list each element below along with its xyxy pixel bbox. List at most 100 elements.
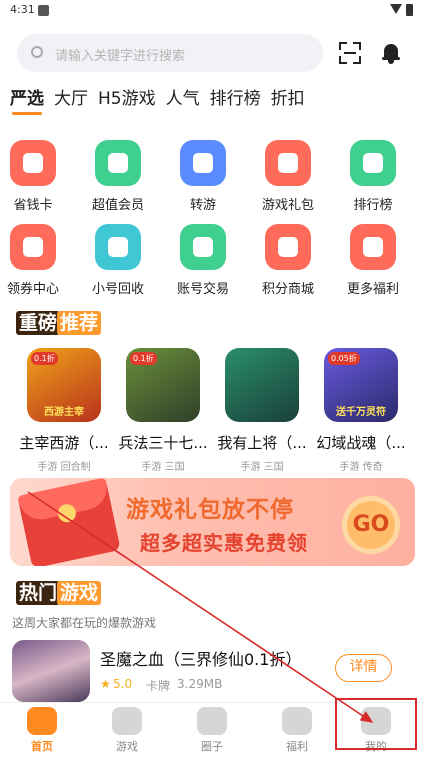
tab-ranking[interactable]: 排行榜 xyxy=(210,84,261,109)
game-tag: 手游 三国 xyxy=(240,462,284,473)
red-envelope-icon xyxy=(17,478,121,566)
star-icon: ★ xyxy=(100,677,111,691)
grid-item-5[interactable]: 领券中心 xyxy=(0,224,75,297)
nav-item-4[interactable]: 我的 xyxy=(346,707,406,754)
tab-yanxuan[interactable]: 严选 xyxy=(10,84,44,115)
grid-item-label: 排行榜 xyxy=(353,198,393,213)
banner-go-button[interactable]: GO xyxy=(342,496,400,554)
nav-item-2[interactable]: 圈子 xyxy=(182,707,242,754)
hot-title-a: 热门 xyxy=(16,581,61,605)
recommend-game-card[interactable]: 0.1折 西游主宰 主宰西游（... 手游 回合制 xyxy=(14,348,114,473)
nav-label: 我的 xyxy=(365,740,387,753)
grid-item-label: 领券中心 xyxy=(6,282,59,297)
grid-item-label: 省钱卡 xyxy=(13,198,53,213)
hot-games-subtitle: 这周大家都在玩的爆款游戏 xyxy=(12,616,157,630)
search-placeholder: 请输入关键字进行搜索 xyxy=(55,49,186,64)
hot-game-kind: 卡牌 xyxy=(146,679,171,693)
grid-item-label: 更多福利 xyxy=(346,282,399,297)
game-tag: 手游 传奇 xyxy=(339,462,383,473)
recommend-title-a: 重磅 xyxy=(16,311,61,335)
banner-line1: 游戏礼包放不停 xyxy=(126,497,294,523)
discount-badge: 0.1折 xyxy=(130,352,157,365)
wallet-card-icon xyxy=(10,140,56,186)
category-tabs: 严选 大厅 H5游戏 人气 排行榜 折扣 xyxy=(10,84,305,115)
hot-game-rating: 5.0 xyxy=(113,677,133,691)
bottom-nav: 首页 游戏 圈子 福利 我的 xyxy=(0,702,426,759)
grid-item-6[interactable]: 小号回收 xyxy=(76,224,160,297)
grid-item-0[interactable]: 省钱卡 xyxy=(0,140,75,213)
game-name: 幻域战魂（... xyxy=(316,434,406,452)
scan-icon[interactable] xyxy=(339,42,361,64)
nav-label: 游戏 xyxy=(116,740,138,753)
notification-icon xyxy=(38,5,49,16)
more-benefits-icon xyxy=(350,224,396,270)
grid-item-label: 积分商城 xyxy=(261,282,314,297)
nav-item-3[interactable]: 福利 xyxy=(267,707,327,754)
tab-discount[interactable]: 折扣 xyxy=(271,84,305,109)
hot-games-section-title: 热门 游戏 xyxy=(12,578,105,608)
wifi-icon xyxy=(390,4,402,14)
banner-line2: 超多超实惠免费领 xyxy=(140,531,308,555)
recommend-title-b: 推荐 xyxy=(57,311,102,335)
transfer-game-icon xyxy=(180,140,226,186)
grid-item-4[interactable]: 排行榜 xyxy=(331,140,415,213)
search-icon xyxy=(31,46,43,58)
game-art xyxy=(225,348,299,422)
art-caption: 西游主宰 xyxy=(44,407,84,418)
hot-game-name: 圣魔之血（三界修仙0.1折） xyxy=(100,650,302,669)
grid-item-3[interactable]: 游戏礼包 xyxy=(246,140,330,213)
game-heart-icon xyxy=(112,707,142,735)
nav-label: 福利 xyxy=(286,740,308,753)
grid-item-label: 账号交易 xyxy=(176,282,229,297)
grid-item-label: 超值会员 xyxy=(91,198,144,213)
recommend-game-card[interactable]: 0.05折 送千万灵符幻域战魂（... 手游 传奇 xyxy=(311,348,411,473)
search-bar[interactable]: 请输入关键字进行搜索 xyxy=(17,34,323,72)
game-name: 我有上将（... xyxy=(217,434,307,452)
coupon-icon xyxy=(10,224,56,270)
grid-item-7[interactable]: 账号交易 xyxy=(161,224,245,297)
hot-title-b: 游戏 xyxy=(57,581,102,605)
recommend-game-card[interactable]: 我有上将（... 手游 三国 xyxy=(212,348,312,473)
game-art: 0.1折西游主宰 xyxy=(27,348,101,422)
phone-recycle-icon xyxy=(95,224,141,270)
nav-item-0[interactable]: 首页 xyxy=(12,707,72,754)
gift-pack-icon xyxy=(265,140,311,186)
bell-icon[interactable] xyxy=(382,42,400,64)
tab-hall[interactable]: 大厅 xyxy=(54,84,88,109)
recommend-game-card[interactable]: 0.1折兵法三十七... 手游 三国 xyxy=(113,348,213,473)
account-trade-icon xyxy=(180,224,226,270)
grid-item-label: 游戏礼包 xyxy=(261,198,314,213)
game-tag: 手游 回合制 xyxy=(37,462,91,473)
nav-label: 圈子 xyxy=(201,740,223,753)
grid-item-8[interactable]: 积分商城 xyxy=(246,224,330,297)
nav-label: 首页 xyxy=(31,740,53,753)
discount-badge: 0.1折 xyxy=(31,352,58,365)
hot-game-size: 3.29MB xyxy=(177,677,223,691)
tab-popular[interactable]: 人气 xyxy=(166,84,200,109)
status-time: 4:31 xyxy=(10,3,35,16)
circle-community-icon xyxy=(197,707,227,735)
nav-item-1[interactable]: 游戏 xyxy=(97,707,157,754)
game-tag: 手游 三国 xyxy=(141,462,185,473)
points-mall-icon xyxy=(265,224,311,270)
game-art: 0.1折 xyxy=(126,348,200,422)
vip-diamond-icon xyxy=(95,140,141,186)
grid-item-label: 小号回收 xyxy=(91,282,144,297)
discount-badge: 0.05折 xyxy=(328,352,360,365)
grid-item-label: 转游 xyxy=(189,198,216,213)
gift-pack-banner[interactable]: 游戏礼包放不停 超多超实惠免费领 GO xyxy=(10,478,415,566)
home-gamepad-icon xyxy=(27,707,57,735)
grid-item-9[interactable]: 更多福利 xyxy=(331,224,415,297)
game-art: 0.05折 送千万灵符 xyxy=(324,348,398,422)
recommend-section-title: 重磅 推荐 xyxy=(12,308,105,338)
game-name: 兵法三十七... xyxy=(118,434,208,452)
status-bar: 4:31 xyxy=(0,0,426,22)
gift-box-icon xyxy=(282,707,312,735)
hot-game-item[interactable]: 圣魔之血（三界修仙0.1折） ★ 5.0 卡牌 3.29MB 详情 xyxy=(12,640,416,702)
grid-item-1[interactable]: 超值会员 xyxy=(76,140,160,213)
tab-h5-games[interactable]: H5游戏 xyxy=(98,84,156,109)
trophy-icon xyxy=(350,140,396,186)
grid-item-2[interactable]: 转游 xyxy=(161,140,245,213)
hot-game-art xyxy=(12,640,90,702)
detail-button[interactable]: 详情 xyxy=(335,654,392,682)
